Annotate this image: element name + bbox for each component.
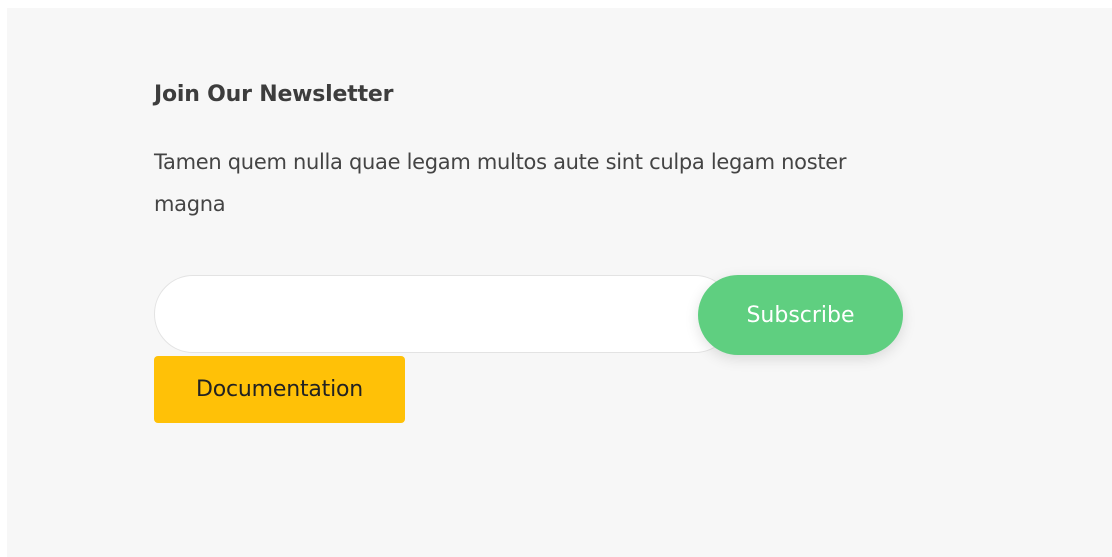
- email-input[interactable]: [154, 275, 734, 353]
- newsletter-description: Tamen quem nulla quae legam multos aute …: [154, 150, 847, 216]
- newsletter-title: Join Our Newsletter: [154, 82, 394, 107]
- newsletter-content: Join Our Newsletter Tamen quem nulla qua…: [154, 80, 914, 423]
- subscribe-button[interactable]: Subscribe: [698, 275, 903, 355]
- newsletter-form: Subscribe: [154, 275, 904, 355]
- newsletter-section: Join Our Newsletter Tamen quem nulla qua…: [7, 8, 1112, 557]
- documentation-button[interactable]: Documentation: [154, 356, 405, 423]
